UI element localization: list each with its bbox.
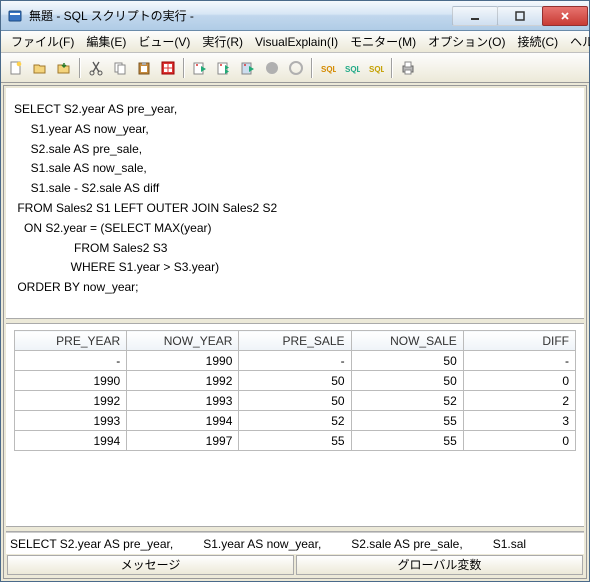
table-cell: 0 — [463, 371, 575, 391]
column-header[interactable]: PRE_SALE — [239, 331, 351, 351]
table-cell: 55 — [239, 431, 351, 451]
sql1-icon[interactable]: SQL — [317, 57, 339, 79]
toolbar-separator — [183, 58, 185, 78]
status-part: S2.sale AS pre_sale, — [351, 537, 462, 551]
table-cell: - — [15, 351, 127, 371]
cut-icon[interactable] — [85, 57, 107, 79]
window-controls — [453, 6, 588, 26]
sql2-icon[interactable]: SQL — [341, 57, 363, 79]
table-cell: 1993 — [15, 411, 127, 431]
toolbar: SQL SQL SQL — [1, 53, 589, 83]
table-cell: 0 — [463, 431, 575, 451]
table-cell: 3 — [463, 411, 575, 431]
runsel-icon[interactable] — [237, 57, 259, 79]
open-icon[interactable] — [29, 57, 51, 79]
table-cell: 1990 — [15, 371, 127, 391]
menu-visualexplain[interactable]: VisualExplain(I) — [249, 33, 344, 51]
table-cell: 1997 — [127, 431, 239, 451]
table-cell: 1992 — [15, 391, 127, 411]
table-cell: - — [463, 351, 575, 371]
table-cell: 1992 — [127, 371, 239, 391]
menu-edit[interactable]: 編集(E) — [80, 31, 132, 52]
print-icon[interactable] — [397, 57, 419, 79]
table-row[interactable]: 1994199755550 — [15, 431, 576, 451]
toolbar-separator — [79, 58, 81, 78]
stopgrey-icon[interactable] — [285, 57, 307, 79]
svg-text:SQL: SQL — [345, 65, 360, 74]
menu-connect[interactable]: 接続(C) — [511, 31, 564, 52]
table-cell: 1994 — [15, 431, 127, 451]
table-cell: 1993 — [127, 391, 239, 411]
new-icon[interactable] — [5, 57, 27, 79]
menubar: ファイル(F) 編集(E) ビュー(V) 実行(R) VisualExplain… — [1, 31, 589, 53]
table-cell: - — [239, 351, 351, 371]
stop-icon[interactable] — [261, 57, 283, 79]
table-row[interactable]: 1992199350522 — [15, 391, 576, 411]
menu-options[interactable]: オプション(O) — [422, 31, 511, 52]
column-header[interactable]: NOW_YEAR — [127, 331, 239, 351]
tab-messages[interactable]: メッセージ — [7, 555, 294, 575]
status-part: S1.sal — [493, 537, 526, 551]
column-header[interactable]: PRE_YEAR — [15, 331, 127, 351]
run-icon[interactable] — [189, 57, 211, 79]
toolbar-separator — [311, 58, 313, 78]
toolbar-separator — [391, 58, 393, 78]
table-cell: 1994 — [127, 411, 239, 431]
svg-text:SQL: SQL — [369, 65, 384, 74]
status-part: SELECT S2.year AS pre_year, — [10, 537, 173, 551]
crossref-icon[interactable] — [157, 57, 179, 79]
menu-help[interactable]: ヘルプ(H) — [564, 31, 590, 52]
results-pane[interactable]: PRE_YEARNOW_YEARPRE_SALENOW_SALEDIFF -19… — [6, 324, 584, 526]
tab-globals[interactable]: グローバル変数 — [296, 555, 583, 575]
svg-text:SQL: SQL — [321, 65, 336, 74]
table-cell: 55 — [351, 411, 463, 431]
maximize-button[interactable] — [497, 6, 543, 26]
menu-run[interactable]: 実行(R) — [196, 31, 249, 52]
table-cell: 2 — [463, 391, 575, 411]
window: 無題 - SQL スクリプトの実行 - ファイル(F) 編集(E) ビュー(V)… — [0, 0, 590, 582]
table-cell: 1990 — [127, 351, 239, 371]
sql-editor[interactable]: SELECT S2.year AS pre_year, S1.year AS n… — [6, 88, 584, 318]
bottom-tabs: メッセージ グローバル変数 — [6, 554, 584, 576]
window-title: 無題 - SQL スクリプトの実行 - — [29, 7, 453, 24]
content-area: SELECT S2.year AS pre_year, S1.year AS n… — [3, 85, 587, 579]
column-header[interactable]: NOW_SALE — [351, 331, 463, 351]
results-grid: PRE_YEARNOW_YEARPRE_SALENOW_SALEDIFF -19… — [14, 330, 576, 451]
table-cell: 55 — [351, 431, 463, 451]
paste-icon[interactable] — [133, 57, 155, 79]
table-cell: 50 — [239, 391, 351, 411]
table-cell: 50 — [351, 351, 463, 371]
status-part: S1.year AS now_year, — [203, 537, 321, 551]
copy-icon[interactable] — [109, 57, 131, 79]
app-icon — [7, 8, 23, 24]
table-row[interactable]: 1993199452553 — [15, 411, 576, 431]
close-button[interactable] — [542, 6, 588, 26]
save-icon[interactable] — [53, 57, 75, 79]
sql3-icon[interactable]: SQL — [365, 57, 387, 79]
table-row[interactable]: 1990199250500 — [15, 371, 576, 391]
content-inner: SELECT S2.year AS pre_year, S1.year AS n… — [4, 86, 586, 578]
menu-file[interactable]: ファイル(F) — [5, 31, 80, 52]
status-line: SELECT S2.year AS pre_year, S1.year AS n… — [6, 532, 584, 554]
table-row[interactable]: -1990-50- — [15, 351, 576, 371]
menu-view[interactable]: ビュー(V) — [132, 31, 196, 52]
table-cell: 50 — [239, 371, 351, 391]
minimize-button[interactable] — [452, 6, 498, 26]
table-cell: 52 — [239, 411, 351, 431]
titlebar[interactable]: 無題 - SQL スクリプトの実行 - — [1, 1, 589, 31]
runall-icon[interactable] — [213, 57, 235, 79]
table-cell: 50 — [351, 371, 463, 391]
menu-monitor[interactable]: モニター(M) — [344, 31, 422, 52]
column-header[interactable]: DIFF — [463, 331, 575, 351]
table-cell: 52 — [351, 391, 463, 411]
